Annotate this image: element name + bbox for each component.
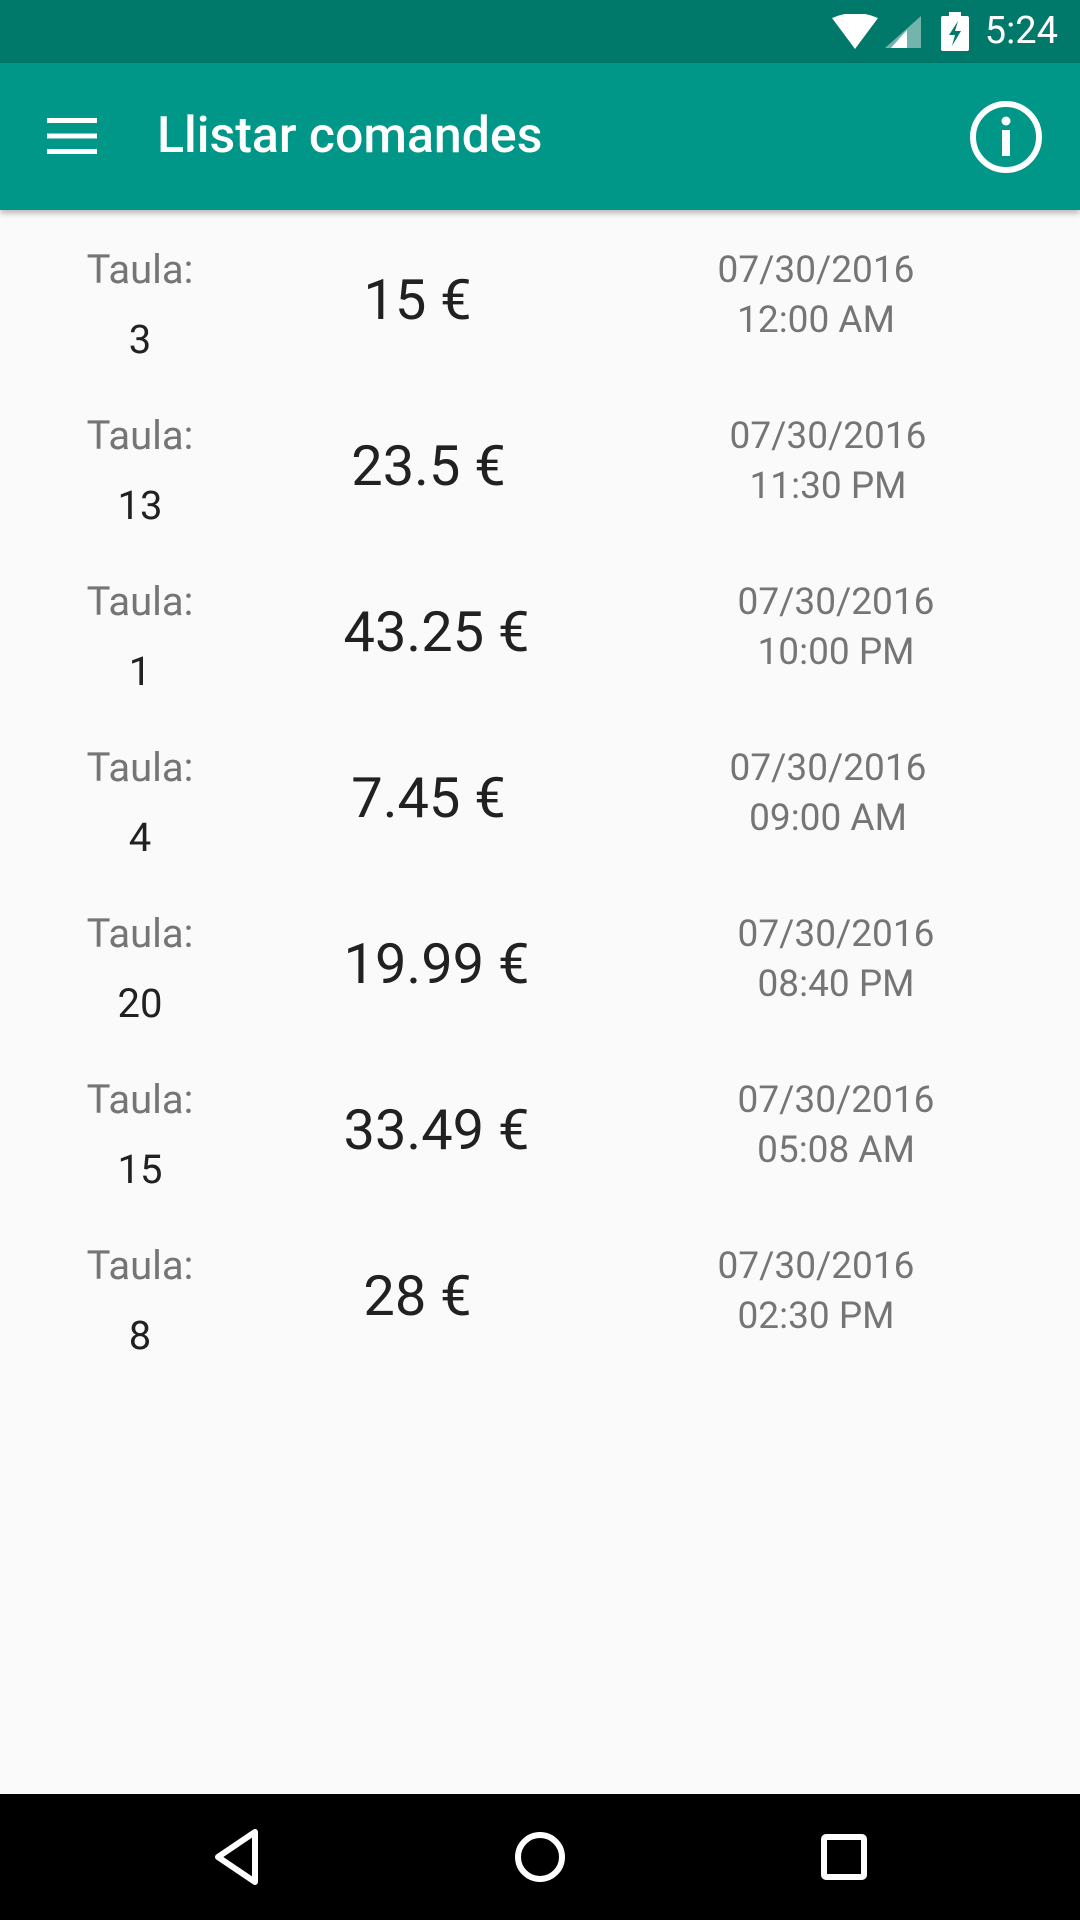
table-info: Taula: 3 bbox=[65, 246, 215, 364]
order-datetime: 07/30/2016 11:30 PM bbox=[698, 412, 958, 512]
table-number: 1 bbox=[128, 648, 152, 695]
order-date: 07/30/2016 bbox=[737, 913, 935, 956]
order-total: 23.5 € bbox=[351, 433, 506, 499]
table-label: Taula: bbox=[86, 412, 194, 459]
order-date: 07/30/2016 bbox=[729, 415, 927, 458]
table-info: Taula: 8 bbox=[65, 1242, 215, 1360]
order-row[interactable]: Taula: 15 33.49 € 07/30/2016 05:08 AM bbox=[0, 1040, 1080, 1206]
table-number: 13 bbox=[117, 482, 163, 529]
info-icon[interactable] bbox=[968, 99, 1044, 175]
table-label: Taula: bbox=[86, 910, 194, 957]
table-info: Taula: 1 bbox=[65, 578, 215, 696]
order-time: 02:30 PM bbox=[737, 1295, 895, 1338]
cellular-signal-icon bbox=[884, 15, 921, 48]
table-info: Taula: 4 bbox=[65, 744, 215, 862]
table-number: 3 bbox=[128, 316, 152, 363]
order-row[interactable]: Taula: 1 43.25 € 07/30/2016 10:00 PM bbox=[0, 542, 1080, 708]
table-number: 4 bbox=[128, 814, 152, 861]
order-date: 07/30/2016 bbox=[737, 581, 935, 624]
order-time: 12:00 AM bbox=[737, 299, 895, 342]
recents-icon[interactable] bbox=[811, 1824, 877, 1890]
table-info: Taula: 15 bbox=[65, 1076, 215, 1194]
menu-icon[interactable] bbox=[47, 118, 97, 154]
page-title: Llistar comandes bbox=[157, 107, 543, 165]
order-total: 43.25 € bbox=[343, 599, 530, 665]
order-time: 10:00 PM bbox=[757, 631, 915, 674]
order-time: 11:30 PM bbox=[749, 465, 907, 508]
status-icons: 5:24 bbox=[831, 0, 1058, 63]
order-row[interactable]: Taula: 4 7.45 € 07/30/2016 09:00 AM bbox=[0, 708, 1080, 874]
order-time: 08:40 PM bbox=[757, 963, 915, 1006]
navigation-bar bbox=[0, 1794, 1080, 1920]
home-icon[interactable] bbox=[507, 1824, 573, 1890]
table-label: Taula: bbox=[86, 744, 194, 791]
order-date: 07/30/2016 bbox=[729, 747, 927, 790]
table-label: Taula: bbox=[86, 1076, 194, 1123]
order-row[interactable]: Taula: 13 23.5 € 07/30/2016 11:30 PM bbox=[0, 376, 1080, 542]
order-total: 15 € bbox=[363, 267, 472, 333]
order-total: 7.45 € bbox=[351, 765, 506, 831]
order-datetime: 07/30/2016 09:00 AM bbox=[698, 744, 958, 844]
order-row[interactable]: Taula: 3 15 € 07/30/2016 12:00 AM bbox=[0, 210, 1080, 376]
order-total: 33.49 € bbox=[343, 1097, 530, 1163]
app-bar: Llistar comandes bbox=[0, 63, 1080, 210]
wifi-icon bbox=[831, 13, 878, 49]
order-date: 07/30/2016 bbox=[717, 249, 915, 292]
order-row[interactable]: Taula: 8 28 € 07/30/2016 02:30 PM bbox=[0, 1206, 1080, 1372]
order-row[interactable]: Taula: 20 19.99 € 07/30/2016 08:40 PM bbox=[0, 874, 1080, 1040]
order-datetime: 07/30/2016 10:00 PM bbox=[706, 578, 966, 678]
order-datetime: 07/30/2016 02:30 PM bbox=[686, 1242, 946, 1342]
table-number: 8 bbox=[128, 1312, 152, 1359]
order-datetime: 07/30/2016 05:08 AM bbox=[706, 1076, 966, 1176]
table-info: Taula: 13 bbox=[65, 412, 215, 530]
table-label: Taula: bbox=[86, 246, 194, 293]
battery-charging-icon bbox=[940, 11, 969, 51]
order-total: 28 € bbox=[363, 1263, 472, 1329]
back-icon[interactable] bbox=[206, 1824, 272, 1890]
order-datetime: 07/30/2016 08:40 PM bbox=[706, 910, 966, 1010]
table-number: 20 bbox=[117, 980, 163, 1027]
order-datetime: 07/30/2016 12:00 AM bbox=[686, 246, 946, 346]
order-date: 07/30/2016 bbox=[717, 1245, 915, 1288]
table-info: Taula: 20 bbox=[65, 910, 215, 1028]
status-bar: 5:24 bbox=[0, 0, 1080, 63]
table-number: 15 bbox=[117, 1146, 163, 1193]
table-label: Taula: bbox=[86, 578, 194, 625]
order-list: Taula: 3 15 € 07/30/2016 12:00 AM Taula:… bbox=[0, 210, 1080, 1372]
order-time: 09:00 AM bbox=[749, 797, 907, 840]
order-time: 05:08 AM bbox=[757, 1129, 915, 1172]
table-label: Taula: bbox=[86, 1242, 194, 1289]
order-date: 07/30/2016 bbox=[737, 1079, 935, 1122]
order-total: 19.99 € bbox=[343, 931, 530, 997]
status-clock: 5:24 bbox=[984, 9, 1058, 53]
